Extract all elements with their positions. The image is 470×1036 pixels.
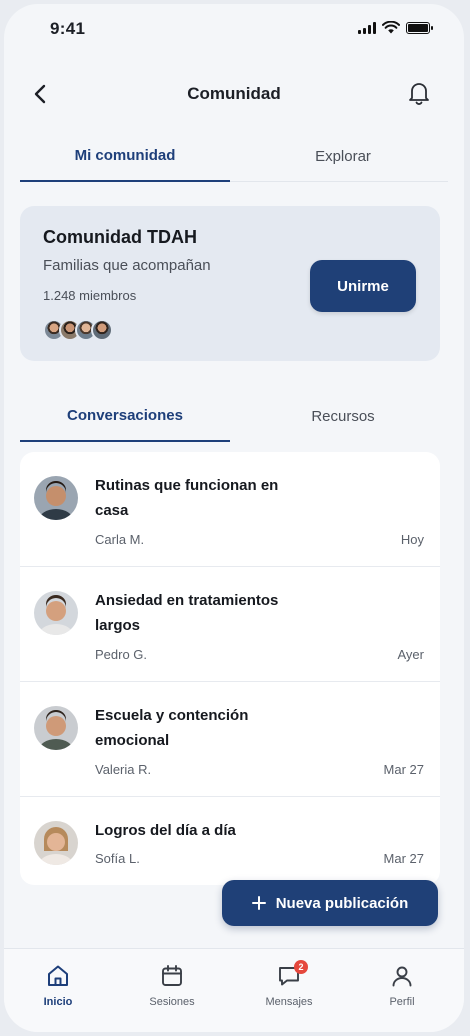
calendar-icon — [162, 965, 182, 986]
avatar — [34, 476, 78, 520]
avatar — [34, 591, 78, 635]
new-post-button[interactable]: Nueva publicación — [222, 880, 438, 926]
nav-label: Mensajes — [265, 996, 313, 1008]
conversation-date: Ayer — [397, 647, 425, 662]
status-time: 9:41 — [50, 19, 86, 38]
member-avatars — [43, 319, 113, 341]
list-item[interactable]: Escuela y contención emocional Valeria R… — [20, 682, 440, 797]
nav-label: Sesiones — [149, 996, 195, 1008]
notifications-button[interactable] — [404, 78, 434, 108]
tab-recursos[interactable]: Recursos — [238, 390, 448, 442]
nav-label: Perfil — [389, 996, 415, 1008]
battery-icon — [406, 21, 433, 34]
avatar — [91, 319, 113, 341]
bell-icon — [409, 83, 429, 105]
conversation-date: Mar 27 — [383, 762, 424, 777]
content-tabs: Conversaciones Recursos — [20, 390, 448, 442]
conversation-title: Rutinas que funcionan en casa — [95, 477, 279, 519]
member-count: 1.248 miembros — [43, 288, 137, 303]
home-icon — [48, 965, 68, 986]
tab-mi-comunidad[interactable]: Mi comunidad — [20, 130, 230, 182]
page-title: Comunidad — [187, 84, 281, 103]
wifi-icon — [382, 21, 400, 34]
plus-icon — [251, 896, 266, 910]
tab-conversaciones[interactable]: Conversaciones — [20, 390, 230, 442]
conversation-date: Hoy — [400, 532, 424, 547]
conversation-title: Logros del día a día — [95, 822, 236, 839]
join-button[interactable]: Unirme — [310, 260, 416, 312]
nav-item-sesiones[interactable]: Sesiones — [132, 963, 212, 1008]
conversation-author: Sofía L. — [95, 851, 140, 866]
bottom-nav: Inicio Sesiones 2 Mensajes Perfil — [4, 948, 464, 1032]
community-subtitle: Familias que acompañan — [43, 257, 211, 274]
phone-screen: 9:41 Comunidad Mi comunidad Explorar Com… — [4, 4, 464, 1032]
conversation-title: Ansiedad en tratamientos largos — [95, 592, 279, 634]
new-post-label: Nueva publicación — [275, 894, 409, 912]
conversation-author: Valeria R. — [95, 762, 152, 777]
nav-item-mensajes[interactable]: 2 Mensajes — [249, 960, 329, 1008]
conversation-author: Carla M. — [95, 532, 145, 547]
community-card: Comunidad TDAH Familias que acompañan 1.… — [20, 206, 440, 361]
status-icons — [358, 21, 433, 34]
user-icon — [392, 966, 412, 987]
list-item[interactable]: Rutinas que funcionan en casa Carla M. H… — [20, 452, 440, 567]
tab-explorar[interactable]: Explorar — [238, 130, 448, 182]
conversation-title: Escuela y contención emocional — [95, 707, 249, 749]
community-name: Comunidad TDAH — [43, 227, 197, 247]
app-header: Comunidad — [4, 72, 464, 116]
nav-item-perfil[interactable]: Perfil — [362, 963, 442, 1008]
avatar — [34, 821, 78, 865]
status-bar: 9:41 — [4, 4, 464, 56]
cellular-signal-icon — [358, 21, 376, 34]
avatar — [34, 706, 78, 750]
conversation-list: Rutinas que funcionan en casa Carla M. H… — [20, 452, 440, 885]
top-tabs: Mi comunidad Explorar — [20, 130, 448, 182]
unread-badge: 2 — [294, 960, 308, 974]
nav-label: Inicio — [43, 996, 73, 1008]
conversation-author: Pedro G. — [95, 647, 148, 662]
conversation-date: Mar 27 — [383, 851, 424, 866]
list-item[interactable]: Ansiedad en tratamientos largos Pedro G.… — [20, 567, 440, 682]
list-item[interactable]: Logros del día a día Sofía L. Mar 27 — [20, 797, 440, 885]
nav-item-inicio[interactable]: Inicio — [18, 963, 98, 1008]
